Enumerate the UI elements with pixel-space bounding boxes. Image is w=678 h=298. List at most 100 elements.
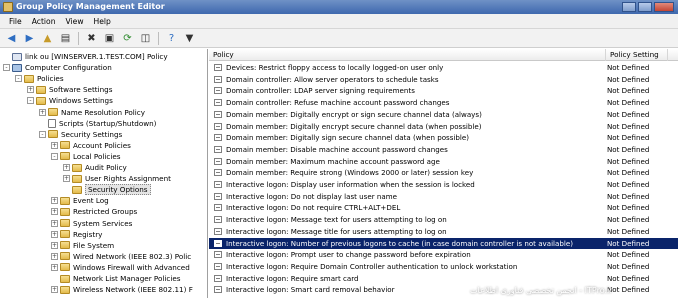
folder-icon (36, 85, 46, 94)
expand-toggle-icon[interactable]: + (51, 252, 58, 260)
help-icon[interactable]: ? (164, 31, 179, 46)
policy-name: Interactive logon: Message title for use… (226, 226, 447, 236)
expand-toggle-icon[interactable]: + (51, 230, 58, 238)
tree-item[interactable]: + User Rights Assignment (63, 173, 171, 184)
show-tree-icon[interactable]: ▤ (58, 31, 73, 46)
policy-row[interactable]: Interactive logon: Do not require CTRL+A… (209, 202, 678, 213)
tree-item[interactable]: - Computer Configuration (3, 62, 112, 73)
expand-toggle-icon[interactable]: + (39, 108, 46, 116)
tree-item[interactable]: + File System (51, 240, 114, 251)
menu-file[interactable]: File (4, 14, 27, 29)
filter-icon[interactable]: ▼ (182, 31, 197, 46)
policy-row[interactable]: Interactive logon: Do not display last u… (209, 191, 678, 202)
menu-bar: File Action View Help (0, 14, 678, 29)
policy-row[interactable]: Domain controller: Refuse machine accoun… (209, 97, 678, 108)
maximize-button[interactable] (638, 2, 652, 12)
expand-toggle-icon[interactable]: + (51, 286, 58, 294)
policy-setting-icon (214, 110, 222, 118)
minimize-button[interactable] (622, 2, 636, 12)
policy-setting-value: Not Defined (607, 86, 650, 96)
collapse-toggle-icon[interactable]: - (3, 64, 10, 72)
column-header-policy[interactable]: Policy (209, 49, 606, 61)
delete-icon[interactable]: ✖ (84, 31, 99, 46)
export-icon[interactable]: ◫ (138, 31, 153, 46)
close-button[interactable] (654, 2, 674, 12)
policy-row[interactable]: Domain member: Digitally encrypt or sign… (209, 109, 678, 120)
tree-item[interactable]: - Local Policies (51, 151, 121, 162)
policy-row[interactable]: Domain controller: LDAP server signing r… (209, 85, 678, 96)
tree-item[interactable]: + Event Log (51, 195, 109, 206)
policy-row[interactable]: Interactive logon: Require Domain Contro… (209, 261, 678, 272)
policy-setting-icon (214, 227, 222, 235)
expand-toggle-icon[interactable]: + (27, 86, 34, 94)
policy-row[interactable]: Interactive logon: Display user informat… (209, 179, 678, 190)
collapse-toggle-icon[interactable]: - (27, 97, 34, 105)
expand-toggle-icon[interactable]: + (51, 263, 58, 271)
policy-name: Domain member: Digitally sign secure cha… (226, 133, 470, 143)
tree-item[interactable]: Scripts (Startup/Shutdown) (39, 118, 156, 129)
tree-item-label: File System (73, 240, 115, 250)
policy-name: Interactive logon: Message text for user… (226, 215, 447, 225)
policy-row[interactable]: Devices: Restrict floppy access to local… (209, 62, 678, 73)
folder-icon (72, 185, 82, 194)
policy-row[interactable]: Interactive logon: Prompt user to change… (209, 249, 678, 260)
policy-row[interactable]: Domain controller: Allow server operator… (209, 74, 678, 85)
policy-row[interactable]: Interactive logon: Require smart card Not… (209, 273, 678, 284)
tree-item[interactable]: + Software Settings (27, 84, 112, 95)
collapse-toggle-icon[interactable]: - (39, 130, 46, 138)
column-header-policy-setting[interactable]: Policy Setting (606, 49, 668, 61)
folder-icon (60, 274, 70, 283)
expand-toggle-icon[interactable]: + (51, 208, 58, 216)
policy-setting-value: Not Defined (607, 215, 650, 225)
back-icon[interactable]: ◀ (4, 31, 19, 46)
tree-item[interactable]: - Security Settings (39, 129, 122, 140)
policy-name: Interactive logon: Display user informat… (226, 180, 475, 189)
policy-list[interactable]: Policy Policy Setting Devices: Restrict … (209, 49, 678, 298)
policy-row[interactable]: Domain member: Digitally encrypt secure … (209, 121, 678, 132)
tree-item[interactable]: + Wired Network (IEEE 802.3) Polic (51, 251, 191, 262)
tree-item[interactable]: + Registry (51, 229, 102, 240)
policy-row[interactable]: Domain member: Maximum machine account p… (209, 156, 678, 167)
tree-item[interactable]: Network List Manager Policies (51, 273, 181, 284)
tree-item[interactable]: link ou [WINSERVER.1.TEST.COM] Policy (3, 51, 168, 62)
policy-row[interactable]: Interactive logon: Message title for use… (209, 226, 678, 237)
policy-name: Domain controller: Refuse machine accoun… (226, 98, 450, 108)
tree-item[interactable]: + Audit Policy (63, 162, 127, 173)
policy-row[interactable]: Interactive logon: Number of previous lo… (209, 237, 678, 249)
tree-item[interactable]: + Wireless Network (IEEE 802.11) F (51, 284, 193, 295)
menu-help[interactable]: Help (89, 14, 116, 29)
tree-item[interactable]: + Restricted Groups (51, 206, 137, 217)
menu-action[interactable]: Action (27, 14, 61, 29)
expand-toggle-icon[interactable]: + (51, 219, 58, 227)
tree-item[interactable]: + System Services (51, 218, 132, 229)
expand-toggle-icon[interactable]: + (51, 241, 58, 249)
expand-toggle-icon[interactable]: + (51, 141, 58, 149)
expand-toggle-icon[interactable]: + (63, 175, 70, 183)
forward-icon[interactable]: ▶ (22, 31, 37, 46)
navigation-tree[interactable]: link ou [WINSERVER.1.TEST.COM] Policy - Co… (0, 49, 208, 298)
toolbar-separator (158, 31, 159, 45)
tree-item[interactable]: + Windows Firewall with Advanced (51, 262, 190, 273)
collapse-toggle-icon[interactable]: - (15, 75, 22, 83)
tree-item[interactable]: Security Options (63, 184, 151, 196)
policy-setting-value: Not Defined (607, 261, 650, 271)
policy-row[interactable]: Interactive logon: Message text for user… (209, 214, 678, 225)
expand-toggle-icon[interactable]: + (63, 164, 70, 171)
policy-setting-icon (214, 239, 222, 247)
tree-item[interactable]: + Account Policies (51, 140, 131, 151)
refresh-icon[interactable]: ⟳ (120, 31, 135, 46)
tree-item[interactable]: - Windows Settings (27, 95, 113, 106)
up-folder-icon[interactable]: ▲ (40, 31, 55, 46)
policy-row[interactable]: Domain member: Require strong (Windows 2… (209, 167, 678, 178)
policy-setting-icon (214, 286, 222, 294)
tree-item[interactable]: + Name Resolution Policy (39, 107, 145, 118)
properties-icon[interactable]: ▣ (102, 31, 117, 46)
collapse-toggle-icon[interactable]: - (51, 152, 58, 160)
tree-item[interactable]: - Policies (15, 73, 64, 84)
policy-row[interactable]: Domain member: Digitally sign secure cha… (209, 132, 678, 143)
tree-item-label: Wired Network (IEEE 802.3) Polic (73, 251, 192, 261)
expand-toggle-icon[interactable]: + (51, 197, 58, 205)
policy-row[interactable]: Domain member: Disable machine account p… (209, 144, 678, 155)
menu-view[interactable]: View (61, 14, 89, 29)
policy-setting-value: Not Defined (607, 238, 650, 248)
